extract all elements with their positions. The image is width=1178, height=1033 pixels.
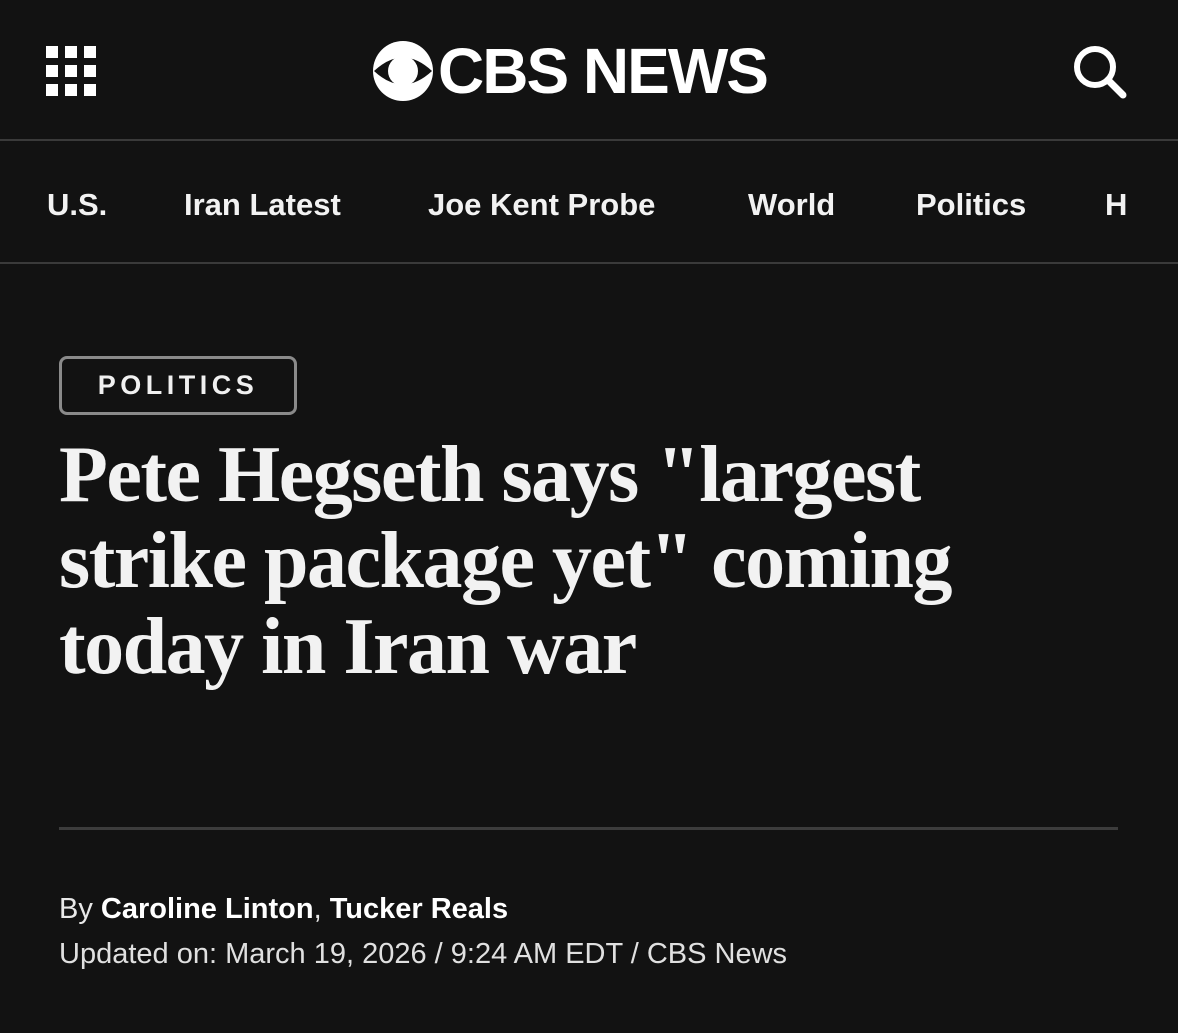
byline-prefix: By	[59, 893, 101, 925]
section-nav: U.S. Iran Latest Joe Kent Probe World Po…	[0, 143, 1178, 264]
category-badge[interactable]: POLITICS	[59, 356, 297, 415]
nav-item-joe-kent-probe[interactable]: Joe Kent Probe	[428, 187, 655, 223]
nav-item-h-truncated[interactable]: H	[1105, 187, 1127, 223]
nav-item-us[interactable]: U.S.	[47, 187, 107, 223]
byline: By Caroline Linton, Tucker Reals	[59, 891, 508, 927]
nav-item-politics[interactable]: Politics	[916, 187, 1026, 223]
site-header: CBS NEWS	[0, 0, 1178, 141]
logo-text: CBS NEWS	[438, 35, 769, 107]
search-icon[interactable]	[1072, 44, 1128, 100]
byline-separator: ,	[313, 893, 330, 925]
nav-item-world[interactable]: World	[748, 187, 835, 223]
divider	[59, 827, 1118, 830]
updated-timestamp: Updated on: March 19, 2026 / 9:24 AM EDT…	[59, 938, 788, 970]
grid-menu-icon[interactable]	[46, 46, 96, 96]
nav-item-iran-latest[interactable]: Iran Latest	[184, 187, 341, 223]
author-link[interactable]: Caroline Linton	[101, 893, 314, 925]
cbs-news-logo[interactable]: CBS NEWS	[372, 35, 769, 107]
article-headline: Pete Hegseth says "largest strike packag…	[59, 431, 952, 691]
author-link[interactable]: Tucker Reals	[330, 893, 508, 925]
cbs-eye-icon	[373, 41, 433, 101]
